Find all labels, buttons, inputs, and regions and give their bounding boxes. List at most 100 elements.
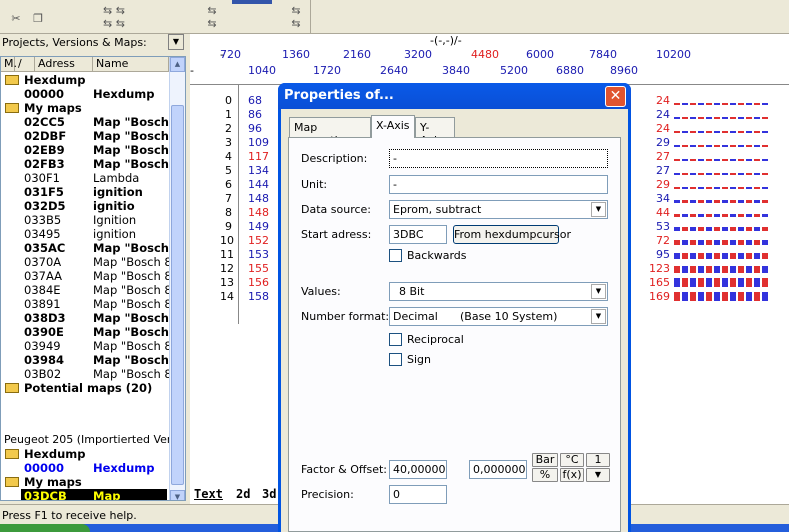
row-value[interactable]: 96 (248, 122, 262, 135)
col-sort[interactable]: / (15, 57, 35, 71)
tools-icon[interactable]: ✂ (8, 12, 24, 26)
row-right-value[interactable]: 24 (646, 94, 670, 107)
row-right-value[interactable]: 29 (646, 178, 670, 191)
tree-row[interactable]: 03495 ignition (1, 227, 169, 241)
tree-row[interactable]: 02CC5 Map "Bosch (1, 115, 169, 129)
start-adress-input[interactable]: 3DBC (389, 225, 447, 244)
arrow-buttons-icon[interactable]: ⇆ ⇆ (98, 4, 130, 18)
row-value[interactable]: 117 (248, 150, 269, 163)
row-right-value[interactable]: 27 (646, 150, 670, 163)
chevron-down-icon[interactable]: ▼ (591, 202, 606, 217)
tab-y-axis[interactable]: Y-Axis (415, 117, 455, 147)
tree-row[interactable]: 0384E Map "Bosch 8" (1, 283, 177, 297)
row-value[interactable]: 144 (248, 178, 269, 191)
tree-row[interactable]: 02DBF Map "Bosch (1, 129, 169, 143)
precision-input[interactable]: 0 (389, 485, 447, 504)
row-value[interactable]: 68 (248, 94, 262, 107)
row-right-value[interactable]: 24 (646, 108, 670, 121)
arrow-icon[interactable]: ⇆ (204, 17, 220, 31)
row-value[interactable]: 153 (248, 248, 269, 261)
tree-row[interactable]: My maps (1, 101, 169, 115)
from-hexdumpcursor-button[interactable]: From hexdumpcursor (453, 225, 571, 244)
tab-2d[interactable]: 2d (236, 487, 250, 501)
arrow-icon[interactable]: ⇆ (204, 4, 220, 18)
tree-row[interactable]: 038D3 Map "Bosch (1, 311, 169, 325)
start-button[interactable] (0, 524, 90, 532)
tree-row[interactable]: 035AC Map "Bosch (1, 241, 169, 255)
row-right-value[interactable]: 165 (646, 276, 670, 289)
percent-button[interactable]: % (532, 468, 558, 482)
tree-row[interactable]: 03DCB Map (1, 489, 169, 500)
tab-x-axis[interactable]: X-Axis (371, 115, 415, 138)
row-right-value[interactable]: 44 (646, 206, 670, 219)
row-right-value[interactable]: 53 (646, 220, 670, 233)
sign-checkbox[interactable] (389, 353, 402, 366)
tree-row[interactable]: 030F1 Lambda (1, 171, 169, 185)
tree-row[interactable]: Hexdump (1, 73, 169, 87)
backwards-checkbox[interactable] (389, 249, 402, 262)
row-value[interactable]: 149 (248, 220, 269, 233)
row-value[interactable]: 152 (248, 234, 269, 247)
tab-3d[interactable]: 3d (262, 487, 276, 501)
scroll-down-icon[interactable]: ▼ (170, 490, 185, 500)
tree-row[interactable]: 032D5 ignitio (1, 199, 169, 213)
tab-map-properties[interactable]: Map properties (289, 117, 371, 147)
row-value[interactable]: 148 (248, 192, 269, 205)
tree-row[interactable]: 0390E Map "Bosch (1, 325, 169, 339)
description-input[interactable]: - (389, 149, 608, 168)
row-value[interactable]: 156 (248, 276, 269, 289)
row-right-value[interactable]: 29 (646, 136, 670, 149)
scroll-up-icon[interactable]: ▲ (170, 57, 185, 72)
tree-row[interactable]: 03891 Map "Bosch 8" (1, 297, 177, 311)
dialog-titlebar[interactable]: Properties of... ✕ (278, 83, 631, 109)
tree-row[interactable]: 037AA Map "Bosch 8" (1, 269, 177, 283)
one-button[interactable]: 1 (586, 453, 610, 467)
dropdown-arrow-icon[interactable]: ▼ (586, 468, 610, 482)
row-value[interactable]: 86 (248, 108, 262, 121)
chevron-down-icon[interactable]: ▼ (591, 284, 606, 299)
scroll-thumb[interactable] (171, 105, 184, 485)
fx-button[interactable]: f(x) (560, 468, 584, 482)
bar-button[interactable]: Bar (532, 453, 558, 467)
version-label[interactable]: Peugeot 205 (Importierted Version) (4, 433, 185, 446)
tree-row[interactable]: 033B5 Ignition (1, 213, 169, 227)
col-m[interactable]: M. (1, 57, 17, 71)
copy-icon[interactable]: ❐ (30, 12, 46, 26)
offset-input[interactable]: 0,000000 (469, 460, 527, 479)
row-value[interactable]: 158 (248, 290, 269, 303)
row-right-value[interactable]: 95 (646, 248, 670, 261)
tree-row[interactable]: Potential maps (20) (1, 381, 169, 395)
tree-row[interactable]: My maps (1, 475, 169, 489)
arrow-icon[interactable]: ⇆ (288, 4, 304, 18)
col-adress[interactable]: Adress (35, 57, 93, 71)
datasource-select[interactable]: Eprom, subtract ▼ (389, 200, 608, 219)
row-value[interactable]: 148 (248, 206, 269, 219)
tree-row[interactable]: 0370A Map "Bosch 8" (1, 255, 177, 269)
tree-row[interactable]: 031F5 ignition (1, 185, 169, 199)
chevron-down-icon[interactable]: ▼ (591, 309, 606, 324)
row-right-value[interactable]: 34 (646, 192, 670, 205)
row-value[interactable]: 109 (248, 136, 269, 149)
close-icon[interactable]: ✕ (605, 86, 626, 107)
row-right-value[interactable]: 169 (646, 290, 670, 303)
panel-dropdown-icon[interactable]: ▼ (168, 34, 184, 50)
tree-row[interactable]: Hexdump (1, 447, 169, 461)
numformat-select[interactable]: Decimal (Base 10 System) ▼ (389, 307, 608, 326)
row-value[interactable]: 134 (248, 164, 269, 177)
values-select[interactable]: 8 Bit ▼ (389, 282, 608, 301)
tree-row[interactable]: 00000 Hexdump (1, 87, 169, 101)
tree-row[interactable]: 02FB3 Map "Bosch (1, 157, 169, 171)
tree-row[interactable]: 03949 Map "Bosch 8" (1, 339, 177, 353)
unit-input[interactable]: - (389, 175, 608, 194)
tree-row[interactable]: 02EB9 Map "Bosch (1, 143, 169, 157)
tab-text[interactable]: Text (194, 487, 223, 501)
arrow-buttons-icon[interactable]: ⇆ ⇆ (98, 17, 130, 31)
row-right-value[interactable]: 123 (646, 262, 670, 275)
col-name[interactable]: Name (93, 57, 169, 71)
celsius-button[interactable]: °C (560, 453, 584, 467)
row-right-value[interactable]: 72 (646, 234, 670, 247)
tree-row[interactable]: 03984 Map "Bosch (1, 353, 169, 367)
factor-input[interactable]: 40,000000 (389, 460, 447, 479)
row-value[interactable]: 155 (248, 262, 269, 275)
row-right-value[interactable]: 24 (646, 122, 670, 135)
